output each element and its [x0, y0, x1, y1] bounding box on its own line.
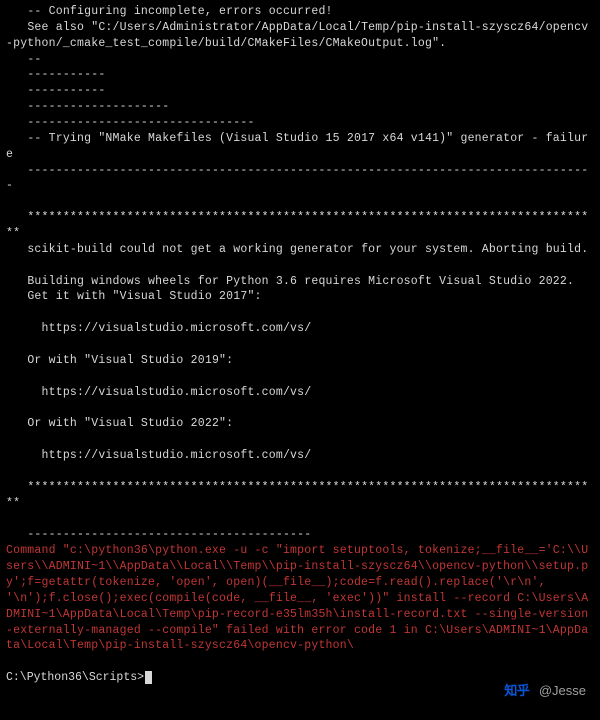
- terminal-line: https://visualstudio.microsoft.com/vs/: [6, 385, 594, 401]
- terminal-line: Or with "Visual Studio 2022":: [6, 416, 594, 432]
- terminal-line: [6, 432, 594, 448]
- terminal-line: -----------: [6, 67, 594, 83]
- terminal-line: [6, 305, 594, 321]
- terminal-line: -----------: [6, 83, 594, 99]
- terminal-line: [6, 258, 594, 274]
- terminal-line: See also "C:/Users/Administrator/AppData…: [6, 20, 594, 52]
- watermark: 知乎 @Jesse: [501, 682, 586, 700]
- terminal-line: https://visualstudio.microsoft.com/vs/: [6, 321, 594, 337]
- prompt-path: C:\Python36\Scripts>: [6, 671, 144, 684]
- terminal-line: scikit-build could not get a working gen…: [6, 242, 594, 258]
- terminal-line: --------------------------------: [6, 115, 594, 131]
- terminal-line: Or with "Visual Studio 2019":: [6, 353, 594, 369]
- terminal-line: --------------------: [6, 99, 594, 115]
- terminal-line: -- Trying "NMake Makefiles (Visual Studi…: [6, 131, 594, 163]
- terminal-line: https://visualstudio.microsoft.com/vs/: [6, 448, 594, 464]
- terminal-line: [6, 194, 594, 210]
- terminal-line: [6, 400, 594, 416]
- terminal-line: ----------------------------------------…: [6, 163, 594, 195]
- zhihu-logo-icon: 知乎: [501, 683, 533, 700]
- terminal-line: ----------------------------------------: [6, 527, 594, 543]
- terminal-line: [6, 654, 594, 670]
- terminal-line: -- Configuring incomplete, errors occurr…: [6, 4, 594, 20]
- terminal-line: [6, 464, 594, 480]
- terminal-output: -- Configuring incomplete, errors occurr…: [6, 4, 594, 670]
- terminal-line: ****************************************…: [6, 210, 594, 242]
- terminal-line: Command "c:\python36\python.exe -u -c "i…: [6, 543, 594, 654]
- terminal-line: [6, 512, 594, 528]
- terminal-line: Get it with "Visual Studio 2017":: [6, 289, 594, 305]
- terminal-line: --: [6, 52, 594, 68]
- terminal-line: [6, 337, 594, 353]
- watermark-author: @Jesse: [539, 682, 586, 700]
- cursor: [145, 671, 152, 684]
- terminal-line: [6, 369, 594, 385]
- terminal-line: ****************************************…: [6, 480, 594, 512]
- terminal-line: Building windows wheels for Python 3.6 r…: [6, 274, 594, 290]
